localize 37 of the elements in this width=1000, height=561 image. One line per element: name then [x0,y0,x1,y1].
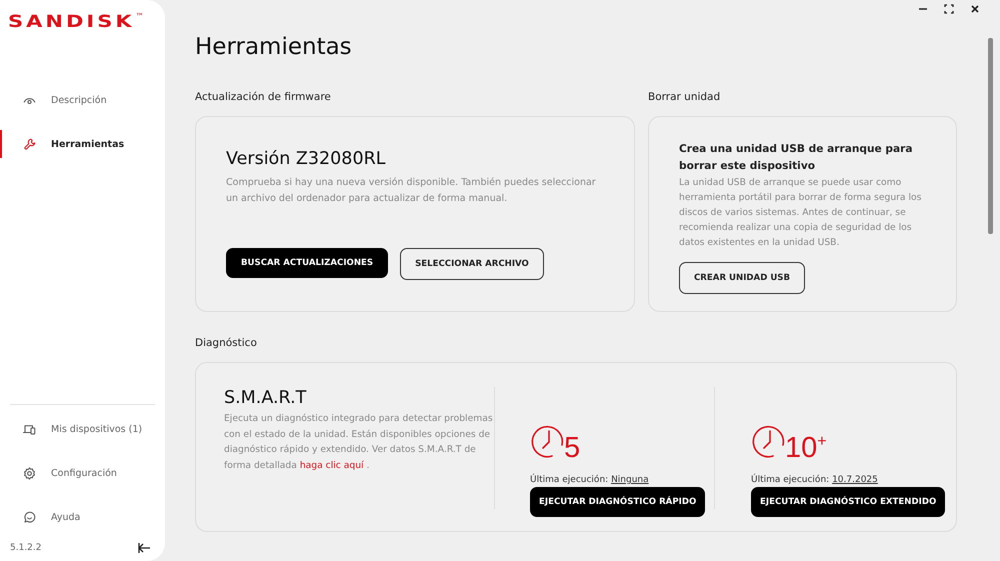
sidebar-item[interactable]: Mis dispositivos (1) [0,415,165,443]
section-heading: Borrar unidad [648,90,722,104]
last-run-link[interactable]: 10.7.2025 [832,475,878,485]
smart-description: Ejecuta un diagnóstico integrado para detectar problemas con el estado de la unidad. Están disponibles opciones de diagnóstico rápido y extendido. Ver datos S.M.A.R.T de forma detallada haga clic aquí . [224,412,494,472]
version-label: 5.1.2.2 [10,543,42,553]
duration-label: 10$^{+}$ [785,435,827,461]
section-heading: Diagnóstico [195,336,258,350]
scrollbar-thumb[interactable] [988,38,993,234]
section-heading: Actualización de firmware [195,90,332,104]
run-diagnostic-button[interactable]: EJECUTAR DIAGNÓSTICO EXTENDIDO [751,487,946,517]
erase-description: La unidad USB de arranque se puede usar como herramienta portátil para borrar de forma segura los discos de varios sistemas. Antes de continuar, se recomienda realizar una copia de seguridad de los datos existentes en la unidad USB. [679,176,922,250]
firmware-version: Versión Z32080RL [226,148,386,171]
sidebar-item[interactable]: Ayuda [0,503,165,531]
collapse-arrow-icon[interactable] [137,541,151,555]
last-run-link[interactable]: Ninguna [611,475,649,485]
check-updates-button[interactable]: BUSCAR ACTUALIZACIONES [226,248,388,278]
smart-title: S.M.A.R.T [224,387,308,409]
duration-label: 5 [564,435,580,461]
erase-title: Crea una unidad USB de arranque para borrar este dispositivo [679,142,914,174]
trademark-mark: ™ [136,12,144,22]
last-run-text: Última ejecución: Ninguna [530,475,650,485]
firmware-description: Comprueba si hay una nueva versión disponible. También puedes seleccionar un archivo del ordenador para actualizar de forma manual. [226,176,597,206]
create-usb-button[interactable]: CREAR UNIDAD USB [679,262,806,294]
details-link[interactable]: haga clic aquí [300,460,364,470]
settings-icon [22,466,37,480]
select-file-button[interactable]: SELECCIONAR ARCHIVO [400,248,544,280]
brand-logo: SANDISK [8,12,135,32]
sidebar-item[interactable]: Descripción [0,86,165,114]
close-icon[interactable] [970,4,980,14]
sidebar-item[interactable]: Herramientas [0,130,165,158]
page-title: Herramientas [195,33,353,62]
maximize-icon[interactable] [944,4,954,14]
sidebar-item[interactable]: Configuración [0,459,165,487]
help-chat-icon [22,510,37,524]
last-run-text: Última ejecución: 10.7.2025 [751,475,879,485]
wrench-icon [22,136,37,152]
run-diagnostic-button[interactable]: EJECUTAR DIAGNÓSTICO RÁPIDO [530,487,706,517]
